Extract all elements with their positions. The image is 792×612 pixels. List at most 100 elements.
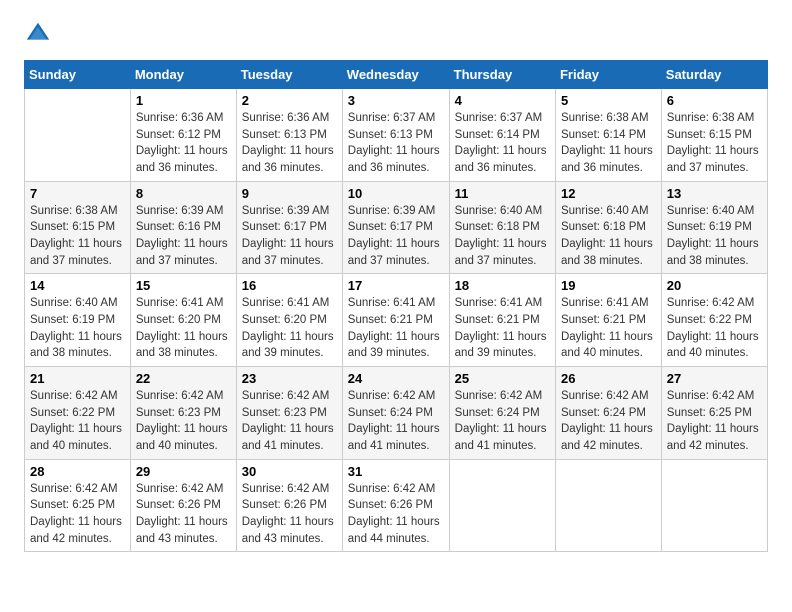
sunrise: Sunrise: 6:40 AM: [667, 205, 755, 217]
day-info: Sunrise: 6:42 AMSunset: 6:25 PMDaylight:…: [667, 388, 762, 455]
day-info: Sunrise: 6:42 AMSunset: 6:24 PMDaylight:…: [561, 388, 656, 455]
sunset: Sunset: 6:19 PM: [667, 221, 752, 233]
calendar-cell: 5Sunrise: 6:38 AMSunset: 6:14 PMDaylight…: [555, 89, 661, 182]
calendar-cell: 4Sunrise: 6:37 AMSunset: 6:14 PMDaylight…: [449, 89, 555, 182]
daylight: Daylight: 11 hours and 42 minutes.: [30, 516, 122, 545]
day-number: 23: [242, 371, 337, 386]
day-info: Sunrise: 6:40 AMSunset: 6:18 PMDaylight:…: [561, 203, 656, 270]
day-number: 15: [136, 278, 231, 293]
calendar-cell: 16Sunrise: 6:41 AMSunset: 6:20 PMDayligh…: [236, 274, 342, 367]
calendar-cell: 22Sunrise: 6:42 AMSunset: 6:23 PMDayligh…: [130, 367, 236, 460]
day-info: Sunrise: 6:41 AMSunset: 6:20 PMDaylight:…: [242, 295, 337, 362]
sunrise: Sunrise: 6:36 AM: [136, 112, 224, 124]
sunrise: Sunrise: 6:38 AM: [561, 112, 649, 124]
daylight: Daylight: 11 hours and 43 minutes.: [242, 516, 334, 545]
calendar-cell: 19Sunrise: 6:41 AMSunset: 6:21 PMDayligh…: [555, 274, 661, 367]
day-number: 27: [667, 371, 762, 386]
calendar-cell: 23Sunrise: 6:42 AMSunset: 6:23 PMDayligh…: [236, 367, 342, 460]
day-number: 21: [30, 371, 125, 386]
day-number: 11: [455, 186, 550, 201]
sunset: Sunset: 6:22 PM: [667, 314, 752, 326]
daylight: Daylight: 11 hours and 40 minutes.: [30, 423, 122, 452]
day-number: 26: [561, 371, 656, 386]
day-info: Sunrise: 6:36 AMSunset: 6:13 PMDaylight:…: [242, 110, 337, 177]
sunrise: Sunrise: 6:38 AM: [30, 205, 118, 217]
day-info: Sunrise: 6:42 AMSunset: 6:25 PMDaylight:…: [30, 481, 125, 548]
daylight: Daylight: 11 hours and 37 minutes.: [348, 238, 440, 267]
sunset: Sunset: 6:26 PM: [136, 499, 221, 511]
calendar-cell: 20Sunrise: 6:42 AMSunset: 6:22 PMDayligh…: [661, 274, 767, 367]
sunset: Sunset: 6:12 PM: [136, 129, 221, 141]
weekday-tuesday: Tuesday: [236, 61, 342, 89]
day-info: Sunrise: 6:42 AMSunset: 6:26 PMDaylight:…: [242, 481, 337, 548]
page-header: [24, 20, 768, 48]
sunrise: Sunrise: 6:42 AM: [667, 297, 755, 309]
day-number: 19: [561, 278, 656, 293]
calendar-cell: 2Sunrise: 6:36 AMSunset: 6:13 PMDaylight…: [236, 89, 342, 182]
daylight: Daylight: 11 hours and 36 minutes.: [136, 145, 228, 174]
daylight: Daylight: 11 hours and 36 minutes.: [455, 145, 547, 174]
sunrise: Sunrise: 6:42 AM: [136, 390, 224, 402]
sunrise: Sunrise: 6:41 AM: [455, 297, 543, 309]
sunrise: Sunrise: 6:42 AM: [242, 483, 330, 495]
day-info: Sunrise: 6:37 AMSunset: 6:14 PMDaylight:…: [455, 110, 550, 177]
day-number: 7: [30, 186, 125, 201]
sunrise: Sunrise: 6:39 AM: [242, 205, 330, 217]
calendar-cell: 15 Sunrise: 6:41 AMSunset: 6:20 PMDayligh…: [130, 274, 236, 367]
day-number: 13: [667, 186, 762, 201]
calendar-table: SundayMondayTuesdayWednesdayThursdayFrid…: [24, 60, 768, 552]
day-info: Sunrise: 6:42 AMSunset: 6:24 PMDaylight:…: [348, 388, 444, 455]
day-info: Sunrise: 6:38 AMSunset: 6:15 PMDaylight:…: [30, 203, 125, 270]
calendar-cell: 8Sunrise: 6:39 AMSunset: 6:16 PMDaylight…: [130, 181, 236, 274]
day-info: Sunrise: 6:36 AM Sunset: 6:12 PM Daylight:…: [136, 110, 231, 177]
daylight: Daylight: 11 hours and 40 minutes.: [136, 423, 228, 452]
sunrise: Sunrise: 6:42 AM: [30, 483, 118, 495]
weekday-friday: Friday: [555, 61, 661, 89]
sunrise: Sunrise: 6:40 AM: [561, 205, 649, 217]
day-number: 20: [667, 278, 762, 293]
sunrise: Sunrise: 6:42 AM: [455, 390, 543, 402]
sunset: Sunset: 6:13 PM: [348, 129, 433, 141]
sunset: Sunset: 6:18 PM: [561, 221, 646, 233]
daylight: Daylight: 11 hours and 41 minutes.: [455, 423, 547, 452]
day-number: 28: [30, 464, 125, 479]
sunrise: Sunrise: 6:36 AM: [242, 112, 330, 124]
calendar-cell: 28 Sunrise: 6:42 AMSunset: 6:25 PMDayligh…: [25, 459, 131, 552]
sunset: Sunset: 6:16 PM: [136, 221, 221, 233]
calendar-cell: 7Sunrise: 6:38 AMSunset: 6:15 PMDaylight…: [25, 181, 131, 274]
day-info: Sunrise: 6:39 AMSunset: 6:16 PMDaylight:…: [136, 203, 231, 270]
day-info: Sunrise: 6:41 AMSunset: 6:21 PMDaylight:…: [348, 295, 444, 362]
calendar-cell: 24Sunrise: 6:42 AMSunset: 6:24 PMDayligh…: [342, 367, 449, 460]
calendar-cell: 18Sunrise: 6:41 AMSunset: 6:21 PMDayligh…: [449, 274, 555, 367]
day-info: Sunrise: 6:42 AMSunset: 6:26 PMDaylight:…: [348, 481, 444, 548]
sunrise: Sunrise: 6:41 AM: [561, 297, 649, 309]
weekday-wednesday: Wednesday: [342, 61, 449, 89]
calendar-cell: 29Sunrise: 6:42 AMSunset: 6:26 PMDayligh…: [130, 459, 236, 552]
sunrise: Sunrise: 6:41 AM: [242, 297, 330, 309]
daylight: Daylight: 11 hours and 37 minutes.: [242, 238, 334, 267]
sunset: Sunset: 6:15 PM: [30, 221, 115, 233]
day-info: Sunrise: 6:38 AMSunset: 6:14 PMDaylight:…: [561, 110, 656, 177]
daylight: Daylight: 11 hours and 37 minutes.: [667, 145, 759, 174]
calendar-cell: 3Sunrise: 6:37 AMSunset: 6:13 PMDaylight…: [342, 89, 449, 182]
sunset: Sunset: 6:23 PM: [242, 407, 327, 419]
calendar-cell: 14Sunrise: 6:40 AMSunset: 6:19 PMDayligh…: [25, 274, 131, 367]
daylight: Daylight: 11 hours and 42 minutes.: [667, 423, 759, 452]
day-number: 8: [136, 186, 231, 201]
week-row-1: 1Sunrise: 6:36 AMSunset: 6:12 PMDaylight…: [25, 89, 768, 182]
calendar-cell: 26 Sunrise: 6:42 AMSunset: 6:24 PMDayligh…: [555, 367, 661, 460]
sunset: Sunset: 6:21 PM: [455, 314, 540, 326]
sunset: Sunset: 6:24 PM: [455, 407, 540, 419]
sunrise: Sunrise: 6:42 AM: [30, 390, 118, 402]
sunrise: Sunrise: 6:42 AM: [348, 483, 436, 495]
sunset: Sunset: 6:19 PM: [30, 314, 115, 326]
day-info: Sunrise: 6:41 AMSunset: 6:20 PMDaylight:…: [136, 295, 231, 362]
sunset: Sunset: 6:21 PM: [348, 314, 433, 326]
sunrise: Sunrise: 6:37 AM: [455, 112, 543, 124]
daylight: Daylight: 11 hours and 39 minutes.: [348, 331, 440, 360]
daylight: Daylight: 11 hours and 38 minutes.: [136, 331, 228, 360]
sunrise: Sunrise: 6:39 AM: [136, 205, 224, 217]
daylight: Daylight: 11 hours and 44 minutes.: [348, 516, 440, 545]
calendar-cell: 6Sunrise: 6:38 AMSunset: 6:15 PMDaylight…: [661, 89, 767, 182]
day-info: Sunrise: 6:42 AMSunset: 6:22 PMDaylight:…: [30, 388, 125, 455]
